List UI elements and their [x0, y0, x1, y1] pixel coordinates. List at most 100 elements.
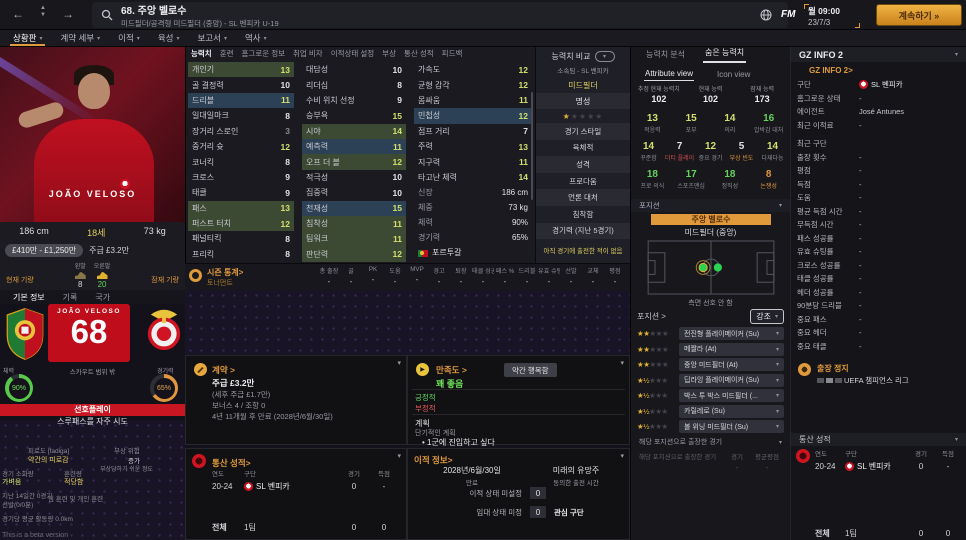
attribute-row[interactable]: 개인기 13	[188, 62, 294, 77]
history-dropdown-icon[interactable]: ▲▼	[40, 5, 46, 18]
position-section-header[interactable]: 포지션 ▾	[631, 199, 790, 212]
compare-row[interactable]: 경기 스타일	[536, 123, 630, 140]
attribute-row[interactable]: 프리킥 8	[188, 247, 294, 262]
attribute-row[interactable]: 팀워크 11	[302, 231, 406, 246]
satisfaction-link[interactable]: 만족도 >	[436, 364, 467, 376]
player-info-tab[interactable]: 기본 정보	[4, 291, 54, 304]
transfer-status-row[interactable]: 이적 상태 미설정 0	[414, 487, 623, 499]
compare-row[interactable]: 프로다움	[536, 173, 630, 190]
gz-info-link[interactable]: GZ INFO 2>	[791, 62, 966, 78]
menu-item[interactable]: 육성 ▾	[149, 30, 189, 46]
attribute-row[interactable]: 오프 더 볼 12	[302, 154, 406, 169]
hidden-attribute[interactable]: 17 스포츠맨십	[672, 169, 711, 190]
search-bar[interactable]: 68. 주앙 벨로수 미드필더/공격형 미드필더 (중앙) - SL 벤피카 U…	[92, 2, 788, 28]
career-table-row[interactable]: 20-24 SL 벤피카 0 -	[212, 481, 398, 492]
tab-attribute-analysis[interactable]: 능력치 분석	[644, 47, 687, 63]
attribute-row[interactable]: 드리블 11	[188, 93, 294, 108]
attribute-row[interactable]: 패스 13	[188, 201, 294, 216]
attribute-row[interactable]: 적극성 10	[302, 170, 406, 185]
attribute-row[interactable]: 리더십 8	[302, 77, 406, 92]
attribute-row[interactable]: 패널티킥 8	[188, 231, 294, 246]
gz-panel-header[interactable]: GZ INFO 2 ▾	[791, 47, 966, 62]
emphasis-dropdown[interactable]: 강조▾	[750, 309, 784, 324]
attribute-row[interactable]: 지구력 11	[414, 154, 532, 169]
attributes-tab[interactable]: 통산 성적	[404, 48, 434, 59]
attribute-row[interactable]: 승부욕 15	[302, 108, 406, 123]
gz-career-table-row[interactable]: 20-24 SL 벤피카 0 -	[815, 461, 960, 472]
menu-item[interactable]: 상황판 ▾	[4, 30, 51, 46]
attributes-tab[interactable]: 훈련	[220, 48, 234, 59]
attributes-tab[interactable]: 홈그로운 정보	[242, 48, 285, 59]
menu-item[interactable]: 계약 세부 ▾	[51, 30, 109, 46]
attribute-row[interactable]: 판단력 12	[302, 247, 406, 262]
attribute-row[interactable]: 타고난 체력 14	[414, 170, 532, 185]
tab-hidden-attributes[interactable]: 숨은 능력치	[703, 45, 746, 63]
hidden-attribute[interactable]: 12 중요 경기	[695, 141, 726, 162]
chevron-down-icon[interactable]: ▾	[620, 452, 624, 460]
globe-icon[interactable]	[760, 9, 772, 21]
role-dropdown[interactable]: 중앙 미드필더 (At) ▾	[679, 358, 784, 371]
hidden-attribute[interactable]: 7 더티 플레이	[664, 141, 695, 162]
attributes-tab[interactable]: 취업 비자	[293, 48, 323, 59]
attributes-tab[interactable]: 부상	[382, 48, 396, 59]
attribute-row[interactable]: 수비 위치 선정 9	[302, 93, 406, 108]
player-info-tab[interactable]: 기록	[54, 291, 87, 304]
hidden-attribute[interactable]: 18 프로 의식	[633, 169, 672, 190]
attribute-row[interactable]: 점프 거리 7	[414, 124, 532, 139]
menu-item[interactable]: 이적 ▾	[109, 30, 149, 46]
compare-row[interactable]: 경기력 (지난 5경기)	[536, 223, 630, 240]
fame-row[interactable]: 명성	[536, 93, 630, 109]
attribute-row[interactable]: 집중력 10	[302, 185, 406, 200]
chevron-down-icon[interactable]: ▾	[397, 452, 401, 460]
attributes-tab[interactable]: 이적상태 설정	[331, 48, 374, 59]
hidden-attribute[interactable]: 14 다재다능	[757, 141, 788, 162]
attribute-row[interactable]: 가속도 12	[414, 62, 532, 77]
positive-label[interactable]: 긍정적	[415, 392, 436, 403]
chevron-down-icon[interactable]: ▾	[397, 359, 401, 367]
attribute-row[interactable]: 일대일마크 8	[188, 108, 294, 123]
forward-icon[interactable]: →	[62, 7, 74, 21]
attribute-row[interactable]: 코너킥 8	[188, 154, 294, 169]
menu-item[interactable]: 보고서 ▾	[188, 30, 235, 46]
hidden-attribute[interactable]: 18 정직성	[711, 169, 750, 190]
attribute-row[interactable]: 장거리 스로인 3	[188, 124, 294, 139]
role-dropdown[interactable]: 전진형 플레이메이커 (Su) ▾	[679, 327, 784, 340]
contract-link[interactable]: 계약 >	[212, 364, 235, 376]
roles-header-link[interactable]: 포지션 >	[637, 311, 666, 322]
attribute-row[interactable]: 시야 14	[302, 124, 406, 139]
compare-row[interactable]: 침착함	[536, 206, 630, 223]
apps-in-position-header[interactable]: 해당 포지션으로 출장한 경기 ▾	[631, 437, 790, 447]
tab-icon-view[interactable]: Icon view	[716, 68, 751, 81]
hidden-attribute[interactable]: 5 부상 빈도	[726, 141, 757, 162]
hidden-attribute[interactable]: 13 적응력	[633, 113, 672, 134]
attribute-row[interactable]: 주력 13	[414, 139, 532, 154]
gz-career-header[interactable]: 통산 성적 ▾	[791, 433, 966, 446]
menu-item[interactable]: 역사 ▾	[236, 30, 276, 46]
attribute-row[interactable]: 민첩성 12	[414, 108, 532, 123]
compare-row[interactable]: 언론 대처	[536, 189, 630, 206]
attributes-tab[interactable]: 능력치	[191, 48, 212, 59]
hidden-attribute[interactable]: 16 압박감 대처	[749, 113, 788, 134]
season-stats-link[interactable]: 시즌 통계>	[207, 267, 243, 278]
role-dropdown[interactable]: 딥라잉 플레이메이커 (Su) ▾	[679, 374, 784, 387]
role-dropdown[interactable]: 메짤라 (At) ▾	[679, 343, 784, 356]
hidden-attribute[interactable]: 14 꾸준함	[633, 141, 664, 162]
attribute-row[interactable]: 대담성 10	[302, 62, 406, 77]
attribute-row[interactable]: 태클 9	[188, 185, 294, 200]
role-dropdown[interactable]: 카릴레로 (Su) ▾	[679, 405, 784, 418]
attribute-row[interactable]: 몸싸움 11	[414, 93, 532, 108]
hidden-attribute[interactable]: 14 의리	[711, 113, 750, 134]
player-info-tab[interactable]: 국가	[86, 291, 119, 304]
hidden-attribute[interactable]: 15 포부	[672, 113, 711, 134]
negative-label[interactable]: 부정적	[415, 403, 436, 414]
attribute-row[interactable]: 균형 감각 12	[414, 77, 532, 92]
attribute-row[interactable]: 크로스 9	[188, 170, 294, 185]
attribute-row[interactable]: 중거리 슛 12	[188, 139, 294, 154]
attribute-row[interactable]: 침착성 11	[302, 216, 406, 231]
continue-button[interactable]: 계속하기 »	[876, 4, 962, 26]
role-dropdown[interactable]: 박스 투 박스 미드필더 (... ▾	[679, 389, 784, 402]
attribute-row[interactable]: 예측력 11	[302, 139, 406, 154]
back-icon[interactable]: ←	[12, 7, 24, 21]
attributes-scrollbar[interactable]	[531, 92, 533, 200]
chevron-down-icon[interactable]: ▾	[620, 359, 624, 367]
